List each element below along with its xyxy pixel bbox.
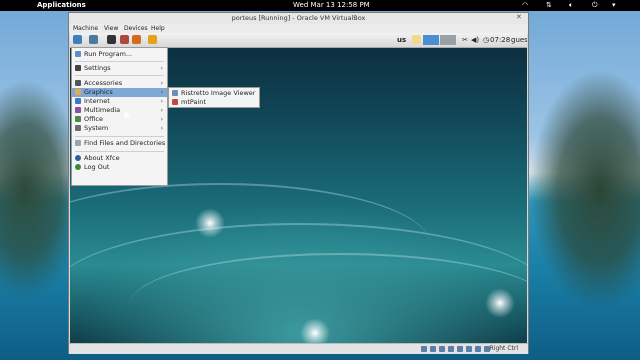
- menu-item-mtpaint[interactable]: mtPaint: [169, 98, 259, 107]
- menu-item-internet[interactable]: Internet ›: [72, 97, 167, 106]
- menu-item-system[interactable]: System ›: [72, 124, 167, 133]
- menu-separator: [75, 151, 164, 152]
- workspace-2[interactable]: [440, 35, 456, 45]
- guest-user[interactable]: guest: [511, 36, 527, 44]
- chevron-right-icon: ›: [160, 98, 163, 105]
- paint-icon: [172, 99, 178, 105]
- usb-icon[interactable]: [439, 346, 445, 352]
- host-key-label: Right Ctrl: [489, 345, 518, 352]
- chevron-right-icon: ›: [160, 89, 163, 96]
- wallpaper-glow: [485, 288, 515, 318]
- menu-help[interactable]: Help: [151, 25, 165, 32]
- chevron-right-icon: ›: [160, 65, 163, 72]
- chevron-right-icon: ›: [160, 125, 163, 132]
- workspace-1[interactable]: [423, 35, 439, 45]
- menu-item-label: System: [84, 124, 109, 132]
- office-icon: [75, 116, 81, 122]
- network-icon[interactable]: ✂: [462, 36, 468, 44]
- wallpaper-glow: [300, 318, 330, 343]
- menu-item-log-out[interactable]: Log Out: [72, 163, 167, 172]
- logout-icon: [75, 164, 81, 170]
- file-manager-icon[interactable]: [120, 35, 129, 44]
- menu-separator: [75, 136, 164, 137]
- guest-screen[interactable]: us ✂ ◀) ◷ 07:28 guest Run Program... Set…: [70, 33, 527, 343]
- xfce-menu-button-icon[interactable]: [73, 35, 82, 44]
- terminal-icon[interactable]: [107, 35, 116, 44]
- host-clock[interactable]: Wed Mar 13 12:58 PM: [293, 1, 370, 9]
- run-icon: [75, 51, 81, 57]
- user-menu-icon[interactable]: ▾: [612, 1, 616, 9]
- window-title: porteus [Running] - Oracle VM VirtualBox: [231, 14, 366, 22]
- menu-item-settings[interactable]: Settings ›: [72, 64, 167, 73]
- menu-item-graphics[interactable]: Graphics ›: [72, 88, 167, 97]
- menu-item-label: mtPaint: [181, 98, 206, 106]
- menu-item-label: Settings: [84, 64, 111, 72]
- menu-item-about-xfce[interactable]: About Xfce: [72, 154, 167, 163]
- vbox-menubar: Machine View Devices Help: [69, 24, 528, 33]
- xfce-app-menu: Run Program... Settings › Accessories › …: [71, 47, 168, 186]
- vbox-status-bar: Right Ctrl: [69, 343, 528, 354]
- network-icon[interactable]: ⇅: [546, 1, 552, 9]
- menu-item-label: Multimedia: [84, 106, 121, 114]
- volume-icon[interactable]: ◀): [471, 36, 479, 44]
- menu-separator: [75, 75, 164, 76]
- menu-item-multimedia[interactable]: Multimedia ›: [72, 106, 167, 115]
- image-viewer-icon: [172, 90, 178, 96]
- wifi-icon[interactable]: ◠: [522, 1, 528, 9]
- optical-drive-icon[interactable]: [430, 346, 436, 352]
- guest-panel: us ✂ ◀) ◷ 07:28 guest: [70, 33, 527, 48]
- menu-item-office[interactable]: Office ›: [72, 115, 167, 124]
- menu-item-accessories[interactable]: Accessories ›: [72, 79, 167, 88]
- clock-icon: ◷: [483, 36, 490, 44]
- hard-disk-icon[interactable]: [421, 346, 427, 352]
- menu-item-label: Find Files and Directories: [84, 139, 166, 147]
- shared-folders-icon[interactable]: [448, 346, 454, 352]
- firefox-icon[interactable]: [132, 35, 141, 44]
- guest-clock[interactable]: 07:28: [490, 36, 510, 44]
- applications-menu[interactable]: Applications: [37, 1, 86, 9]
- settings-icon: [75, 65, 81, 71]
- menu-item-label: Graphics: [84, 88, 113, 96]
- menu-devices[interactable]: Devices: [124, 25, 148, 32]
- close-icon[interactable]: ✕: [516, 13, 522, 21]
- multimedia-icon: [75, 107, 81, 113]
- app-launcher-icon[interactable]: [148, 35, 157, 44]
- about-icon: [75, 155, 81, 161]
- volume-icon[interactable]: 🔈︎: [569, 1, 573, 10]
- wallpaper-glow: [195, 208, 225, 238]
- desktop-icon[interactable]: [89, 35, 98, 44]
- accessories-icon: [75, 80, 81, 86]
- virtualbox-window: porteus [Running] - Oracle VM VirtualBox…: [68, 12, 529, 354]
- system-icon: [75, 125, 81, 131]
- menu-item-label: Run Program...: [84, 50, 133, 58]
- power-icon[interactable]: ⏻: [592, 1, 598, 10]
- chevron-right-icon: ›: [160, 80, 163, 87]
- menu-item-label: Office: [84, 115, 103, 123]
- menu-item-label: About Xfce: [84, 154, 120, 162]
- clipboard-icon[interactable]: [412, 35, 421, 44]
- keyboard-layout[interactable]: us: [397, 36, 406, 44]
- find-icon: [75, 140, 81, 146]
- menu-machine[interactable]: Machine: [73, 25, 98, 32]
- host-top-bar: Applications Wed Mar 13 12:58 PM ◠ ⇅ 🔈︎ …: [0, 0, 640, 11]
- internet-icon: [75, 98, 81, 104]
- menu-item-label: Log Out: [84, 163, 110, 171]
- graphics-icon: [75, 89, 81, 95]
- menu-item-ristretto[interactable]: Ristretto Image Viewer: [169, 89, 259, 98]
- display-icon[interactable]: [457, 346, 463, 352]
- recording-icon[interactable]: [475, 346, 481, 352]
- menu-item-label: Internet: [84, 97, 110, 105]
- graphics-submenu: Ristretto Image Viewer mtPaint: [168, 87, 260, 108]
- menu-separator: [75, 61, 164, 62]
- menu-item-find-files[interactable]: Find Files and Directories: [72, 139, 167, 148]
- network-adapter-icon[interactable]: [466, 346, 472, 352]
- chevron-right-icon: ›: [160, 107, 163, 114]
- menu-view[interactable]: View: [104, 25, 118, 32]
- chevron-right-icon: ›: [160, 116, 163, 123]
- menu-item-label: Ristretto Image Viewer: [181, 89, 256, 97]
- menu-item-run-program[interactable]: Run Program...: [72, 50, 167, 59]
- menu-item-label: Accessories: [84, 79, 123, 87]
